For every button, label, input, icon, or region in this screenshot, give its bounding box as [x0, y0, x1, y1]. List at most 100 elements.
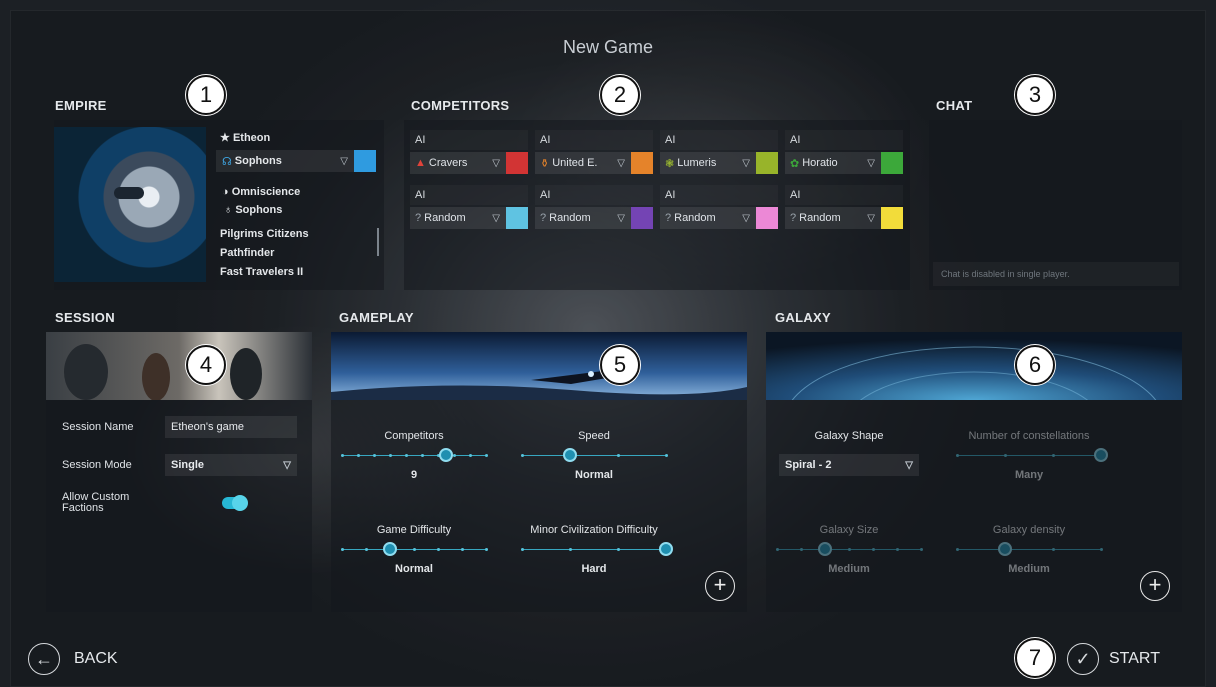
start-button[interactable]: ✓ START — [1067, 643, 1160, 675]
competitors-header: COMPETITORS — [411, 98, 510, 113]
competitor-select[interactable]: ? Random ▽ — [785, 207, 881, 229]
competitor-select[interactable]: ❃ Lumeris ▽ — [660, 152, 756, 174]
traits-scrollbar[interactable] — [377, 228, 379, 256]
competitors-slider-tick — [469, 454, 472, 457]
game-difficulty-slider-label: Game Difficulty — [376, 524, 452, 536]
competitors-slider-tick — [357, 454, 360, 457]
faction-name: Sophons — [234, 155, 282, 167]
marker-3: 3 — [1015, 75, 1055, 115]
competitor-select[interactable]: ? Random ▽ — [660, 207, 756, 229]
competitor-name: Random — [549, 212, 591, 224]
speed-slider-tick — [665, 454, 668, 457]
competitor-name: Horatio — [802, 157, 838, 169]
minor-difficulty-slider-track[interactable] — [522, 549, 666, 550]
competitor-select[interactable]: ✿ Horatio ▽ — [785, 152, 881, 174]
chevron-down-icon: ▽ — [340, 155, 348, 167]
competitor-select[interactable]: ⚱ United E. ▽ — [535, 152, 631, 174]
galaxy-shape-select[interactable]: Spiral - 2 ▽ — [779, 454, 919, 476]
session-name-label: Session Name — [62, 421, 134, 433]
faction-color-swatch[interactable] — [354, 150, 376, 172]
competitor-type: AI — [410, 130, 528, 150]
random-icon: ? — [415, 212, 422, 224]
chat-input[interactable]: Chat is disabled in single player. — [933, 262, 1179, 286]
marker-4: 4 — [186, 345, 226, 385]
marker-2: 2 — [600, 75, 640, 115]
chat-header: CHAT — [936, 98, 973, 113]
competitors-slider-tick — [421, 454, 424, 457]
game-difficulty-slider-handle[interactable] — [382, 542, 397, 556]
population-name: Sophons — [235, 204, 283, 216]
competitor-slot: AI? Random ▽ — [660, 185, 778, 229]
competitor-name: Cravers — [428, 157, 468, 169]
competitor-color-swatch[interactable] — [631, 207, 653, 229]
minor-difficulty-slider-tick — [521, 548, 524, 551]
marker-1: 1 — [186, 75, 226, 115]
competitor-color-swatch[interactable] — [756, 152, 778, 174]
gameplay-header: GAMEPLAY — [339, 310, 414, 325]
competitor-name: United E. — [552, 157, 598, 169]
horatio-icon: ✿ — [790, 157, 800, 170]
competitor-slot: AI ▲ Cravers ▽ — [410, 130, 528, 174]
competitor-slot: AI? Random ▽ — [410, 185, 528, 229]
competitors-slider-label: Competitors — [384, 430, 444, 442]
speed-slider-value: Normal — [575, 469, 613, 481]
competitors-slider-value: 9 — [410, 469, 418, 481]
gameplay-advanced-button[interactable]: + — [705, 571, 735, 601]
session-name-input[interactable]: Etheon's game — [165, 416, 297, 438]
competitor-color-swatch[interactable] — [881, 152, 903, 174]
competitor-color-swatch[interactable] — [631, 152, 653, 174]
faction-select[interactable]: ☊ Sophons ▽ — [216, 150, 376, 172]
competitors-slider-tick — [485, 454, 488, 457]
competitor-name: Lumeris — [677, 157, 717, 169]
galaxy-shape-label: Galaxy Shape — [814, 430, 884, 442]
leader-portrait[interactable] — [54, 127, 206, 282]
lumeris-icon: ❃ — [665, 157, 675, 170]
speed-slider-label: Speed — [578, 430, 610, 442]
game-difficulty-slider-tick — [341, 548, 344, 551]
competitors-slider-tick — [389, 454, 392, 457]
back-button[interactable]: ← BACK — [28, 643, 118, 675]
competitor-color-swatch[interactable] — [881, 207, 903, 229]
competitor-select[interactable]: ? Random ▽ — [535, 207, 631, 229]
competitor-name: Random — [799, 212, 841, 224]
marker-7: 7 — [1015, 638, 1055, 678]
chevron-down-icon: ▽ — [492, 212, 500, 224]
arrow-left-icon: ← — [28, 643, 60, 675]
chevron-down-icon: ▽ — [905, 459, 913, 471]
competitors-slider-tick — [405, 454, 408, 457]
chevron-down-icon: ▽ — [867, 157, 875, 169]
trait-item: Fast Travelers II — [220, 266, 304, 278]
competitors-slider-handle[interactable] — [438, 448, 453, 462]
session-banner-image — [46, 332, 312, 400]
marker-5: 5 — [600, 345, 640, 385]
competitor-slot: AI? Random ▽ — [535, 185, 653, 229]
chevron-down-icon: ▽ — [492, 157, 500, 169]
faction-icon: ☊ — [222, 155, 232, 168]
trait-item: Pilgrims Citizens — [220, 228, 309, 240]
affinity-icon: ◑ — [222, 186, 229, 198]
competitor-slot: AI ✿ Horatio ▽ — [785, 130, 903, 174]
competitor-color-swatch[interactable] — [506, 152, 528, 174]
competitor-select[interactable]: ? Random ▽ — [410, 207, 506, 229]
population-icon: ♁ — [224, 204, 233, 216]
leader-name: Etheon — [232, 132, 271, 144]
minor-difficulty-slider-tick — [569, 548, 572, 551]
allow-custom-toggle[interactable] — [222, 495, 248, 511]
minor-difficulty-slider-handle[interactable] — [659, 542, 673, 556]
competitor-type: AI — [535, 130, 653, 150]
competitor-color-swatch[interactable] — [756, 207, 778, 229]
chevron-down-icon: ▽ — [283, 459, 291, 471]
speed-slider-handle[interactable] — [562, 448, 577, 462]
speed-slider-tick — [521, 454, 524, 457]
competitors-slider-track[interactable] — [342, 455, 486, 456]
affinity-name: Omniscience — [231, 186, 301, 198]
competitor-type: AI — [660, 130, 778, 150]
session-mode-select[interactable]: Single ▽ — [165, 454, 297, 476]
competitor-color-swatch[interactable] — [506, 207, 528, 229]
competitors-slider-tick — [373, 454, 376, 457]
chevron-down-icon: ▽ — [742, 157, 750, 169]
galaxy-advanced-button[interactable]: + — [1140, 571, 1170, 601]
game-difficulty-slider-tick — [485, 548, 488, 551]
competitor-select[interactable]: ▲ Cravers ▽ — [410, 152, 506, 174]
speed-slider-track[interactable] — [522, 455, 666, 456]
